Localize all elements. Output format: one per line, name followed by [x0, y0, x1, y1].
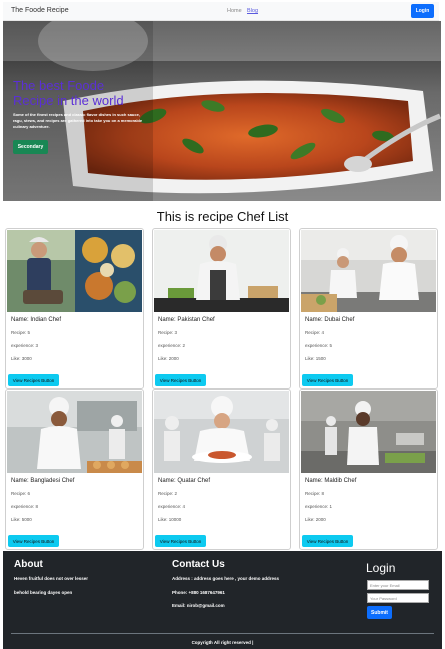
- view-recipes-button[interactable]: View Recipes Button: [8, 374, 59, 386]
- chef-likes: Like: 1500: [305, 356, 326, 361]
- view-recipes-button[interactable]: View Recipes Button: [155, 374, 206, 386]
- chef-photo: [154, 391, 289, 473]
- footer-email: Email: nirob@gmail.com: [172, 603, 225, 608]
- chef-name: Name: Quatar Chef: [158, 478, 211, 484]
- footer-about-heading: About: [14, 559, 43, 570]
- chef-likes: Like: 3000: [11, 356, 32, 361]
- email-field[interactable]: [367, 580, 429, 590]
- submit-button[interactable]: Submit: [367, 606, 392, 619]
- secondary-button[interactable]: Secondary: [13, 140, 48, 154]
- view-recipes-button[interactable]: View Recipes Button: [8, 535, 59, 547]
- chef-card-quatar: Name: Quatar Chef Recipe: 2 experience: …: [152, 389, 291, 550]
- footer: About Heven fruitful does not over lesse…: [3, 551, 442, 649]
- footer-copyright: Copyrigth All right reserved |: [191, 640, 254, 645]
- chef-name: Name: Indian Chef: [11, 317, 62, 323]
- password-field[interactable]: [367, 593, 429, 603]
- chef-experience: experience: 5: [305, 343, 333, 348]
- footer-phone: Phone: +880 1687647961: [172, 590, 225, 595]
- footer-about-line: Heven fruitful does not over lesser: [14, 576, 89, 581]
- chef-likes: Like: 2000: [158, 356, 179, 361]
- navbar: The Foode Recipe Home Blog Login: [3, 2, 439, 21]
- chef-recipe-count: Recipe: 8: [305, 491, 325, 496]
- chef-likes: Like: 10000: [158, 517, 182, 522]
- hero-title: The best Foode Recipe in the world: [13, 78, 124, 108]
- view-recipes-button[interactable]: View Recipes Button: [302, 374, 353, 386]
- chef-card-indian: Name: Indian Chef Recipe: 5 experience: …: [5, 228, 144, 389]
- chef-experience: experience: 8: [11, 504, 39, 509]
- hero-description: Some of the finest recipes and classic f…: [13, 112, 143, 129]
- chef-name: Name: Bangladesi Chef: [11, 478, 75, 484]
- chef-experience: experience: 4: [158, 504, 186, 509]
- chef-photo: [7, 230, 142, 312]
- footer-address: Address : address goes here , your demo …: [172, 576, 280, 581]
- page: The Foode Recipe Home Blog Login The bes…: [0, 0, 445, 649]
- chef-card-dubai: Name: Dubai Chef Recipe: 4 experience: 5…: [299, 228, 438, 389]
- chef-card-pakistan: Name: Pakistan Chef Recipe: 3 experience…: [152, 228, 291, 389]
- footer-login-heading: Login: [366, 561, 396, 575]
- footer-divider: [11, 633, 434, 634]
- login-button[interactable]: Login: [411, 4, 434, 18]
- nav-link-blog[interactable]: Blog: [247, 8, 258, 14]
- chef-name: Name: Pakistan Chef: [158, 317, 215, 323]
- hero-banner: The best Foode Recipe in the world Some …: [3, 21, 441, 201]
- view-recipes-button[interactable]: View Recipes Button: [302, 535, 353, 547]
- chef-experience: experience: 2: [158, 343, 186, 348]
- footer-contact-heading: Contact Us: [172, 559, 225, 570]
- footer-about-line: behold bearing dayes open: [14, 590, 73, 595]
- chef-recipe-count: Recipe: 4: [305, 330, 325, 335]
- chef-recipe-count: Recipe: 2: [158, 491, 178, 496]
- chef-likes: Like: 5000: [11, 517, 32, 522]
- nav-link-home[interactable]: Home: [227, 8, 242, 14]
- chef-recipe-count: Recipe: 6: [11, 491, 31, 496]
- chef-recipe-count: Recipe: 5: [11, 330, 31, 335]
- chef-likes: Like: 2000: [305, 517, 326, 522]
- chef-photo: [301, 391, 436, 473]
- chef-name: Name: Maldib Chef: [305, 478, 357, 484]
- chef-card-bangladesi: Name: Bangladesi Chef Recipe: 6 experien…: [5, 389, 144, 550]
- brand-name[interactable]: The Foode Recipe: [11, 7, 69, 14]
- view-recipes-button[interactable]: View Recipes Button: [155, 535, 206, 547]
- hero-food-image: [3, 21, 441, 201]
- chef-list-title: This is recipe Chef List: [156, 209, 289, 224]
- chef-name: Name: Dubai Chef: [305, 317, 355, 323]
- chef-photo: [301, 230, 436, 312]
- chef-recipe-count: Recipe: 3: [158, 330, 178, 335]
- chef-experience: experience: 1: [305, 504, 333, 509]
- chef-card-maldib: Name: Maldib Chef Recipe: 8 experience: …: [299, 389, 438, 550]
- chef-experience: experience: 3: [11, 343, 39, 348]
- chef-photo: [7, 391, 142, 473]
- chef-photo: [154, 230, 289, 312]
